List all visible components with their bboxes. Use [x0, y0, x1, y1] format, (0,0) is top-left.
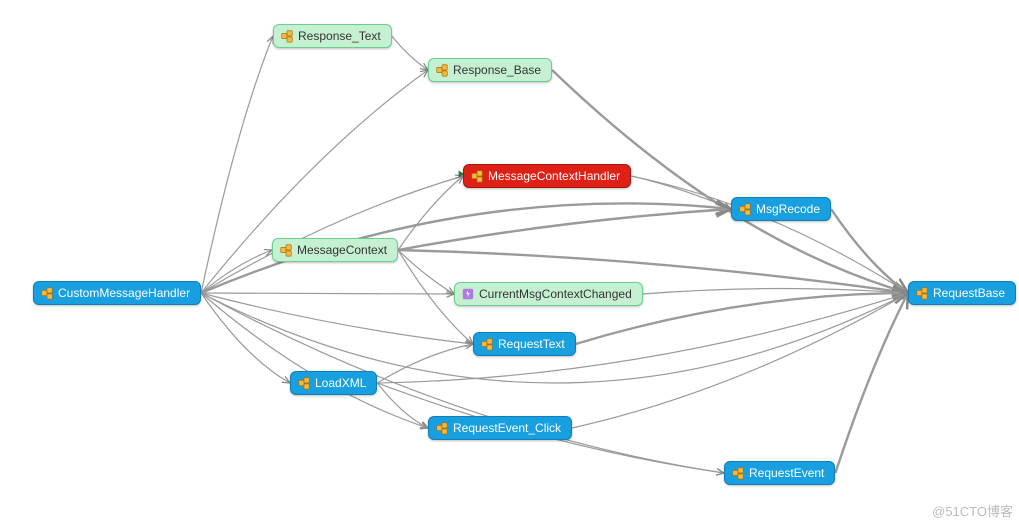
class-icon [279, 243, 293, 257]
edge [201, 293, 428, 428]
edge [631, 176, 908, 293]
edge [377, 383, 428, 428]
edge [643, 288, 908, 294]
node-responseBase[interactable]: Response_Base [428, 58, 552, 82]
edge [398, 176, 463, 250]
class-icon [738, 202, 752, 216]
class-icon [297, 376, 311, 390]
edge [201, 293, 454, 294]
class-icon [915, 286, 929, 300]
edge [831, 209, 908, 293]
node-label: LoadXML [315, 376, 366, 390]
edge [392, 36, 428, 70]
class-icon [461, 287, 475, 301]
node-label: Response_Text [298, 29, 381, 43]
node-label: CustomMessageHandler [58, 286, 190, 300]
edge [201, 176, 463, 293]
edge [377, 293, 908, 383]
node-responseText[interactable]: Response_Text [273, 24, 392, 48]
edge [377, 344, 473, 383]
edge [398, 250, 454, 294]
node-label: MessageContextHandler [488, 169, 620, 183]
edge [201, 293, 290, 383]
class-icon [480, 337, 494, 351]
edge [572, 293, 908, 428]
node-messageContextHandler[interactable]: MessageContextHandler [463, 164, 631, 188]
class-icon [435, 63, 449, 77]
edge [835, 293, 908, 473]
edge [631, 176, 731, 209]
class-icon [470, 169, 484, 183]
node-currentMsgCtxChanged[interactable]: CurrentMsgContextChanged [454, 282, 643, 306]
edge [201, 36, 273, 293]
node-label: RequestBase [933, 286, 1005, 300]
node-label: RequestEvent [749, 466, 824, 480]
node-requestText[interactable]: RequestText [473, 332, 576, 356]
class-icon [435, 421, 449, 435]
edge [201, 250, 272, 293]
node-label: MessageContext [297, 243, 387, 257]
node-msgRecode[interactable]: MsgRecode [731, 197, 831, 221]
node-label: RequestText [498, 337, 565, 351]
node-loadXml[interactable]: LoadXML [290, 371, 377, 395]
watermark: @51CTO博客 [932, 501, 1013, 520]
class-icon [40, 286, 54, 300]
edge [398, 209, 731, 250]
node-messageContext[interactable]: MessageContext [272, 238, 398, 262]
node-label: Response_Base [453, 63, 541, 77]
class-icon [280, 29, 294, 43]
node-label: CurrentMsgContextChanged [479, 287, 632, 301]
edge [201, 293, 724, 473]
node-label: RequestEvent_Click [453, 421, 561, 435]
node-label: MsgRecode [756, 202, 820, 216]
class-icon [731, 466, 745, 480]
node-requestEvent[interactable]: RequestEvent [724, 461, 835, 485]
node-customMessageHandler[interactable]: CustomMessageHandler [33, 281, 201, 305]
node-requestEventClick[interactable]: RequestEvent_Click [428, 416, 572, 440]
edge [201, 293, 473, 344]
node-requestBase[interactable]: RequestBase [908, 281, 1016, 305]
